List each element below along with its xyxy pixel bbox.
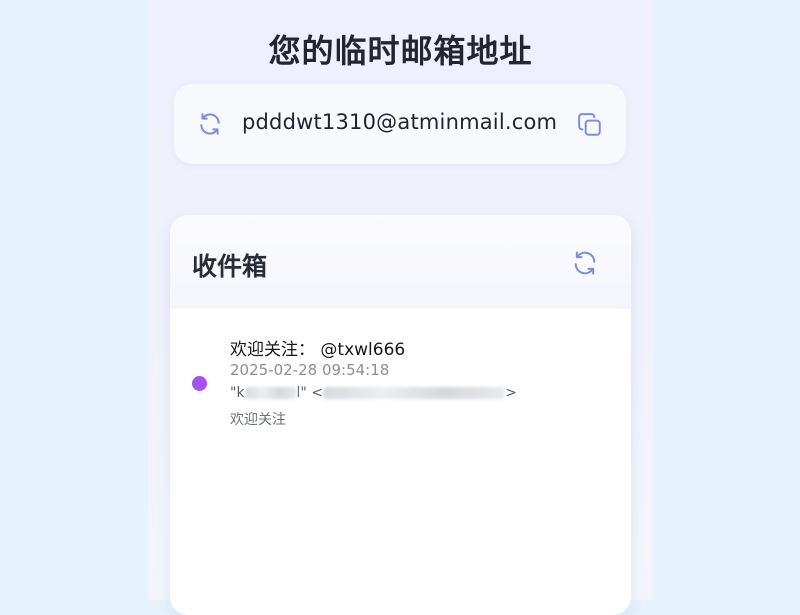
- mail-subject: 欢迎关注： @txwl666: [230, 340, 406, 360]
- copy-icon[interactable]: [577, 112, 603, 138]
- mail-date: 2025-02-28 09:54:18: [230, 361, 390, 379]
- mail-sender: "k l" < >: [230, 385, 517, 405]
- page-title: 您的临时邮箱地址: [268, 32, 533, 70]
- inbox-refresh-icon[interactable]: [571, 249, 599, 277]
- redacted-sender-email: [323, 387, 506, 399]
- inbox-card: 收件箱 欢迎关注： @txwl666 2025-02-28 09:54:18 "…: [170, 215, 631, 615]
- refresh-icon[interactable]: [197, 111, 223, 137]
- mail-list-item[interactable]: 欢迎关注： @txwl666 2025-02-28 09:54:18 "k l" …: [170, 325, 631, 435]
- unread-indicator: [192, 376, 207, 391]
- redacted-sender-name: [244, 387, 297, 399]
- email-address-card: pdddwt1310@atminmail.com: [174, 84, 626, 164]
- inbox-title: 收件箱: [192, 252, 268, 281]
- sender-prefix: "k: [230, 385, 245, 401]
- email-address: pdddwt1310@atminmail.com: [242, 110, 558, 134]
- mail-preview: 欢迎关注: [230, 412, 286, 428]
- sender-suffix: >: [505, 385, 517, 401]
- screen: 您的临时邮箱地址 pdddwt1310@atminmail.com 收件箱 欢迎…: [0, 0, 800, 615]
- sender-mid: l" <: [296, 385, 324, 401]
- inbox-header: 收件箱: [170, 215, 631, 309]
